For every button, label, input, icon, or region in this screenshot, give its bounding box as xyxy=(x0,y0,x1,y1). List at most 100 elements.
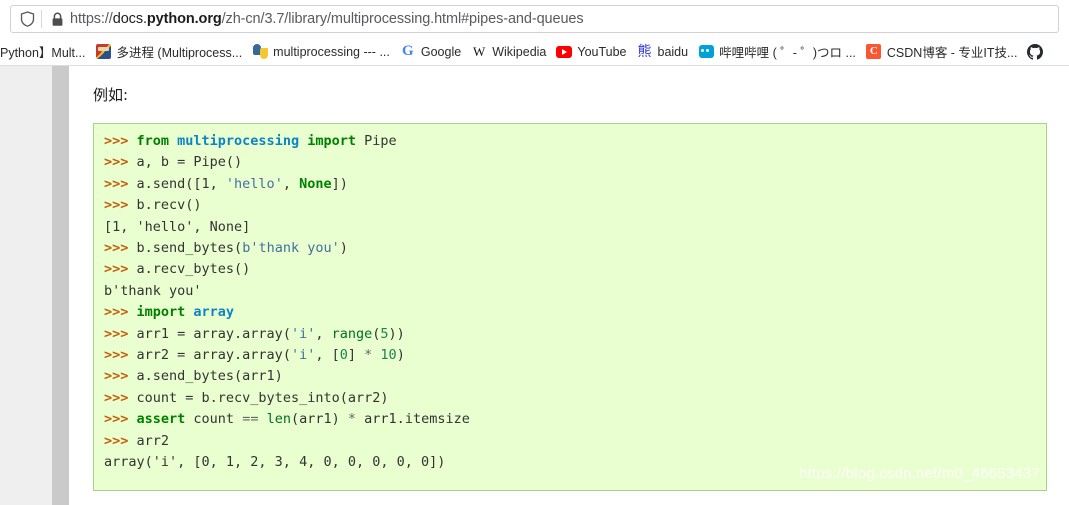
code-line: >>> a.send([1, 'hello', None]) xyxy=(104,174,1036,195)
code-line: >>> count = b.recv_bytes_into(arr2) xyxy=(104,388,1036,409)
page-content: 例如: >>> from multiprocessing import Pipe… xyxy=(69,66,1069,505)
bookmark-label: 哔哩哔哩 ( ゜- ゜)つロ ... xyxy=(719,46,856,60)
code-line: >>> arr1 = array.array('i', range(5)) xyxy=(104,324,1036,345)
bookmark-youtube[interactable]: YouTube xyxy=(551,41,631,63)
code-token: range xyxy=(331,325,373,342)
bookmark-baidu[interactable]: 熊 baidu xyxy=(632,41,694,63)
code-token: b.recv() xyxy=(136,197,202,214)
code-line: >>> a.send_bytes(arr1) xyxy=(104,366,1036,387)
bookmark-csdn[interactable]: C CSDN博客 - 专业IT技... xyxy=(861,41,1023,63)
code-token: >>> xyxy=(104,240,137,257)
bookmark-label: 多进程 (Multiprocess... xyxy=(116,46,243,60)
page-left-sidebar-band xyxy=(52,66,69,505)
code-token: >>> xyxy=(104,197,137,214)
bookmarks-bar[interactable]: Python】Mult... 多进程 (Multiprocess... mult… xyxy=(0,38,1069,65)
github-favicon-icon xyxy=(1027,43,1044,60)
csdn-favicon-icon: C xyxy=(866,44,882,60)
bookmark-multiprocessing[interactable]: multiprocessing --- ... xyxy=(247,41,395,63)
padlock-icon[interactable] xyxy=(47,9,67,29)
code-token: 'i' xyxy=(290,325,316,342)
code-token: * xyxy=(347,411,357,428)
url-bar-row: https://docs.python.org/zh-cn/3.7/librar… xyxy=(0,0,1069,38)
baidu-favicon-icon: 熊 xyxy=(637,43,652,60)
code-block-pipe-example: >>> from multiprocessing import Pipe >>> … xyxy=(93,123,1047,491)
code-line: >>> arr2 xyxy=(104,431,1036,452)
page-area: 例如: >>> from multiprocessing import Pipe… xyxy=(0,66,1069,505)
code-token: count = b.recv_bytes_into(arr2) xyxy=(136,389,389,406)
browser-chrome: https://docs.python.org/zh-cn/3.7/librar… xyxy=(0,0,1069,66)
code-token: >>> xyxy=(104,175,137,192)
wikipedia-favicon-icon: W xyxy=(473,44,486,59)
code-token: >>> xyxy=(104,368,137,385)
google-favicon-icon: G xyxy=(402,43,414,59)
bookmark-label: multiprocessing --- ... xyxy=(273,44,390,59)
code-token: , xyxy=(282,175,300,192)
code-token: >>> xyxy=(104,325,137,342)
bookmark-label: baidu xyxy=(657,44,689,59)
code-line: >>> b.send_bytes(b'thank you') xyxy=(104,238,1036,259)
address-bar[interactable]: https://docs.python.org/zh-cn/3.7/librar… xyxy=(10,5,1059,33)
code-line: [1, 'hello', None] xyxy=(104,217,1036,238)
code-token: ) xyxy=(396,347,405,364)
bookmark-label: Python】Mult... xyxy=(0,46,86,60)
code-line: >>> assert count == len(arr1) * arr1.ite… xyxy=(104,409,1036,430)
code-token: >>> xyxy=(104,304,137,321)
code-token: array xyxy=(193,304,235,321)
page-left-gutter xyxy=(0,66,52,505)
code-line: >>> import array xyxy=(104,302,1036,323)
bookmark-bilibili[interactable]: 哔哩哔哩 ( ゜- ゜)つロ ... xyxy=(693,41,861,63)
code-line: b'thank you' xyxy=(104,281,1036,302)
code-token: 'i' xyxy=(290,347,316,364)
code-token: b.send_bytes( xyxy=(136,240,243,257)
code-token: 10 xyxy=(380,347,397,364)
url-text[interactable]: https://docs.python.org/zh-cn/3.7/librar… xyxy=(67,11,584,27)
code-token: ]) xyxy=(331,175,348,192)
code-token: arr1.itemsize xyxy=(356,411,470,428)
code-token: >>> xyxy=(104,261,137,278)
urlbar-divider xyxy=(41,10,42,28)
code-token: Pipe xyxy=(364,133,397,149)
code-line: >>> a.recv_bytes() xyxy=(104,259,1036,280)
code-token: a.send([1, xyxy=(136,175,226,192)
bookmark-duojincheng[interactable]: 多进程 (Multiprocess... xyxy=(90,41,247,63)
bookmark-wikipedia[interactable]: W Wikipedia xyxy=(466,41,551,63)
code-lines: >>> from multiprocessing import Pipe >>> … xyxy=(104,131,1036,474)
code-token: len xyxy=(266,411,291,428)
code-line: >>> a, b = Pipe() xyxy=(104,152,1036,173)
page-heading-example: 例如: xyxy=(93,86,129,104)
code-token: b'thank you' xyxy=(242,240,340,257)
code-token: a.send_bytes(arr1) xyxy=(136,368,283,385)
bookmark-label: CSDN博客 - 专业IT技... xyxy=(886,46,1018,60)
bookmark-label: YouTube xyxy=(577,44,627,59)
code-token: >>> xyxy=(104,133,137,149)
code-token: [1, 'hello', None] xyxy=(104,218,251,235)
code-token: >>> xyxy=(104,154,137,171)
bookmark-label: Google xyxy=(420,44,462,59)
youtube-favicon-icon xyxy=(556,44,573,60)
code-token: None xyxy=(299,175,332,192)
code-line: >>> b.recv() xyxy=(104,195,1036,216)
code-token: >>> xyxy=(104,389,137,406)
code-token: ] xyxy=(347,347,365,364)
code-token: 'hello' xyxy=(225,175,283,192)
bookmark-google[interactable]: G Google xyxy=(395,41,466,63)
code-line: >>> arr2 = array.array('i', [0] * 10) xyxy=(104,345,1036,366)
code-token: a.recv_bytes() xyxy=(136,261,251,278)
multiprocess-favicon-icon xyxy=(95,44,111,60)
code-token: multiprocessing xyxy=(177,133,308,149)
bookmark-github[interactable] xyxy=(1022,41,1053,63)
code-token: )) xyxy=(388,325,405,342)
code-token: arr1 = array.array( xyxy=(136,325,291,342)
code-token: import xyxy=(307,133,365,149)
code-token: array('i', [0, 1, 2, 3, 4, 0, 0, 0, 0, 0… xyxy=(104,454,446,471)
code-line: array('i', [0, 1, 2, 3, 4, 0, 0, 0, 0, 0… xyxy=(104,452,1036,473)
python-favicon-icon xyxy=(252,44,268,60)
bookmark-python-mult[interactable]: Python】Mult... xyxy=(0,41,90,63)
code-token: >>> xyxy=(104,432,137,449)
code-token: 5 xyxy=(380,325,389,342)
code-token: assert xyxy=(136,411,194,428)
code-token: 0 xyxy=(339,347,348,364)
code-token: == xyxy=(242,411,259,428)
shield-icon[interactable] xyxy=(17,9,37,29)
code-token: >>> xyxy=(104,347,137,364)
